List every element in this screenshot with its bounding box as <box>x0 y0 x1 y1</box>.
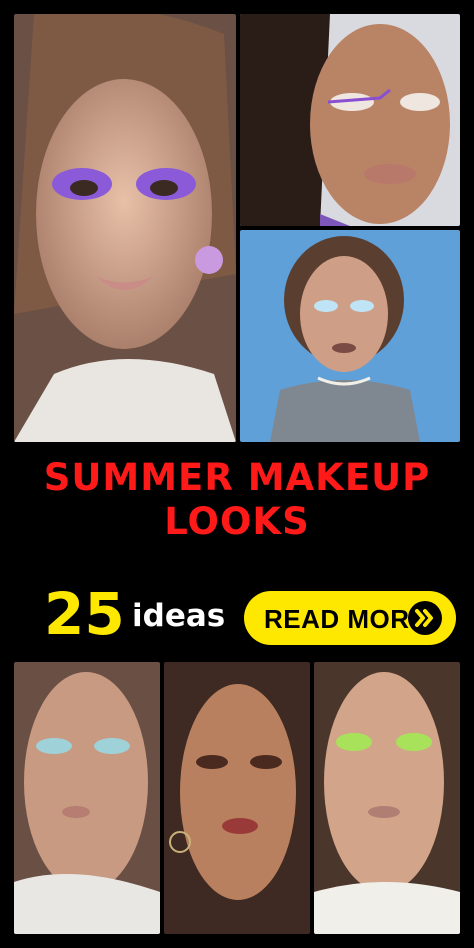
read-more-label: READ MORE <box>264 604 428 634</box>
double-chevron-right-icon <box>408 601 442 635</box>
photo-icy-blue-look <box>240 230 460 442</box>
read-more-button[interactable]: READ MORE <box>244 591 456 645</box>
ideas-count: 25 <box>44 580 125 648</box>
photo-graphic-liner-look <box>240 14 460 226</box>
photo-bronze-glam-look <box>164 662 310 934</box>
headline-line-1: SUMMER MAKEUP <box>43 456 431 499</box>
photo-neon-green-look <box>314 662 460 934</box>
ideas-label: ideas <box>132 598 226 634</box>
headline-line-2: LOOKS <box>164 500 310 543</box>
photo-purple-eyeshadow-look <box>14 14 236 442</box>
photo-blue-shimmer-look <box>14 662 160 934</box>
